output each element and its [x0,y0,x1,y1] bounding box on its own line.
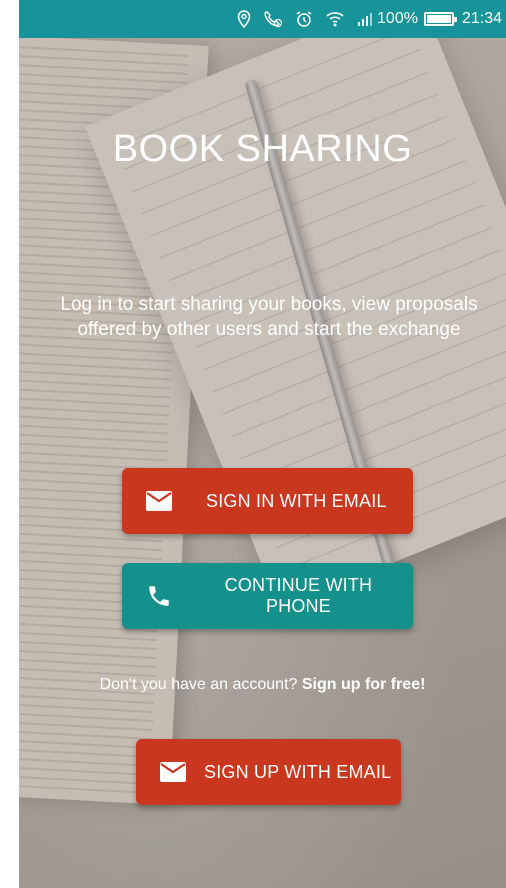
sign-up-email-label: SIGN UP WITH EMAIL [204,761,392,782]
sign-up-email-button[interactable]: SIGN UP WITH EMAIL [136,739,401,805]
continue-phone-label: CONTINUE WITH PHONE [224,575,373,616]
signup-link[interactable]: Sign up for free! [302,676,426,693]
sign-in-email-label: SIGN IN WITH EMAIL [206,490,387,511]
location-icon [237,10,251,28]
sign-in-email-button[interactable]: SIGN IN WITH EMAIL [122,468,413,534]
signup-prompt-text: Don't you have an account? [99,676,298,693]
continue-phone-button[interactable]: CONTINUE WITH PHONE [122,563,413,629]
app-title: BOOK SHARING [112,128,413,170]
email-icon [158,761,188,783]
battery-percent: 100% [377,10,418,27]
left-margin [0,0,19,888]
clock: 21:34 [461,10,502,27]
app-screen: 100% 21:34 BOOK SHARING Log in to start … [19,0,506,888]
phone-icon [144,583,174,609]
status-bar: 100% 21:34 [19,0,506,38]
signup-prompt: Don't you have an account? Sign up for f… [19,676,506,694]
signal-icon [357,11,373,27]
alarm-icon [295,10,313,28]
wifi-icon [325,10,345,28]
app-subtitle: Log in to start sharing your books, view… [60,294,478,340]
phone-call-icon [263,10,283,28]
battery-icon [423,12,457,26]
email-icon [144,490,174,512]
